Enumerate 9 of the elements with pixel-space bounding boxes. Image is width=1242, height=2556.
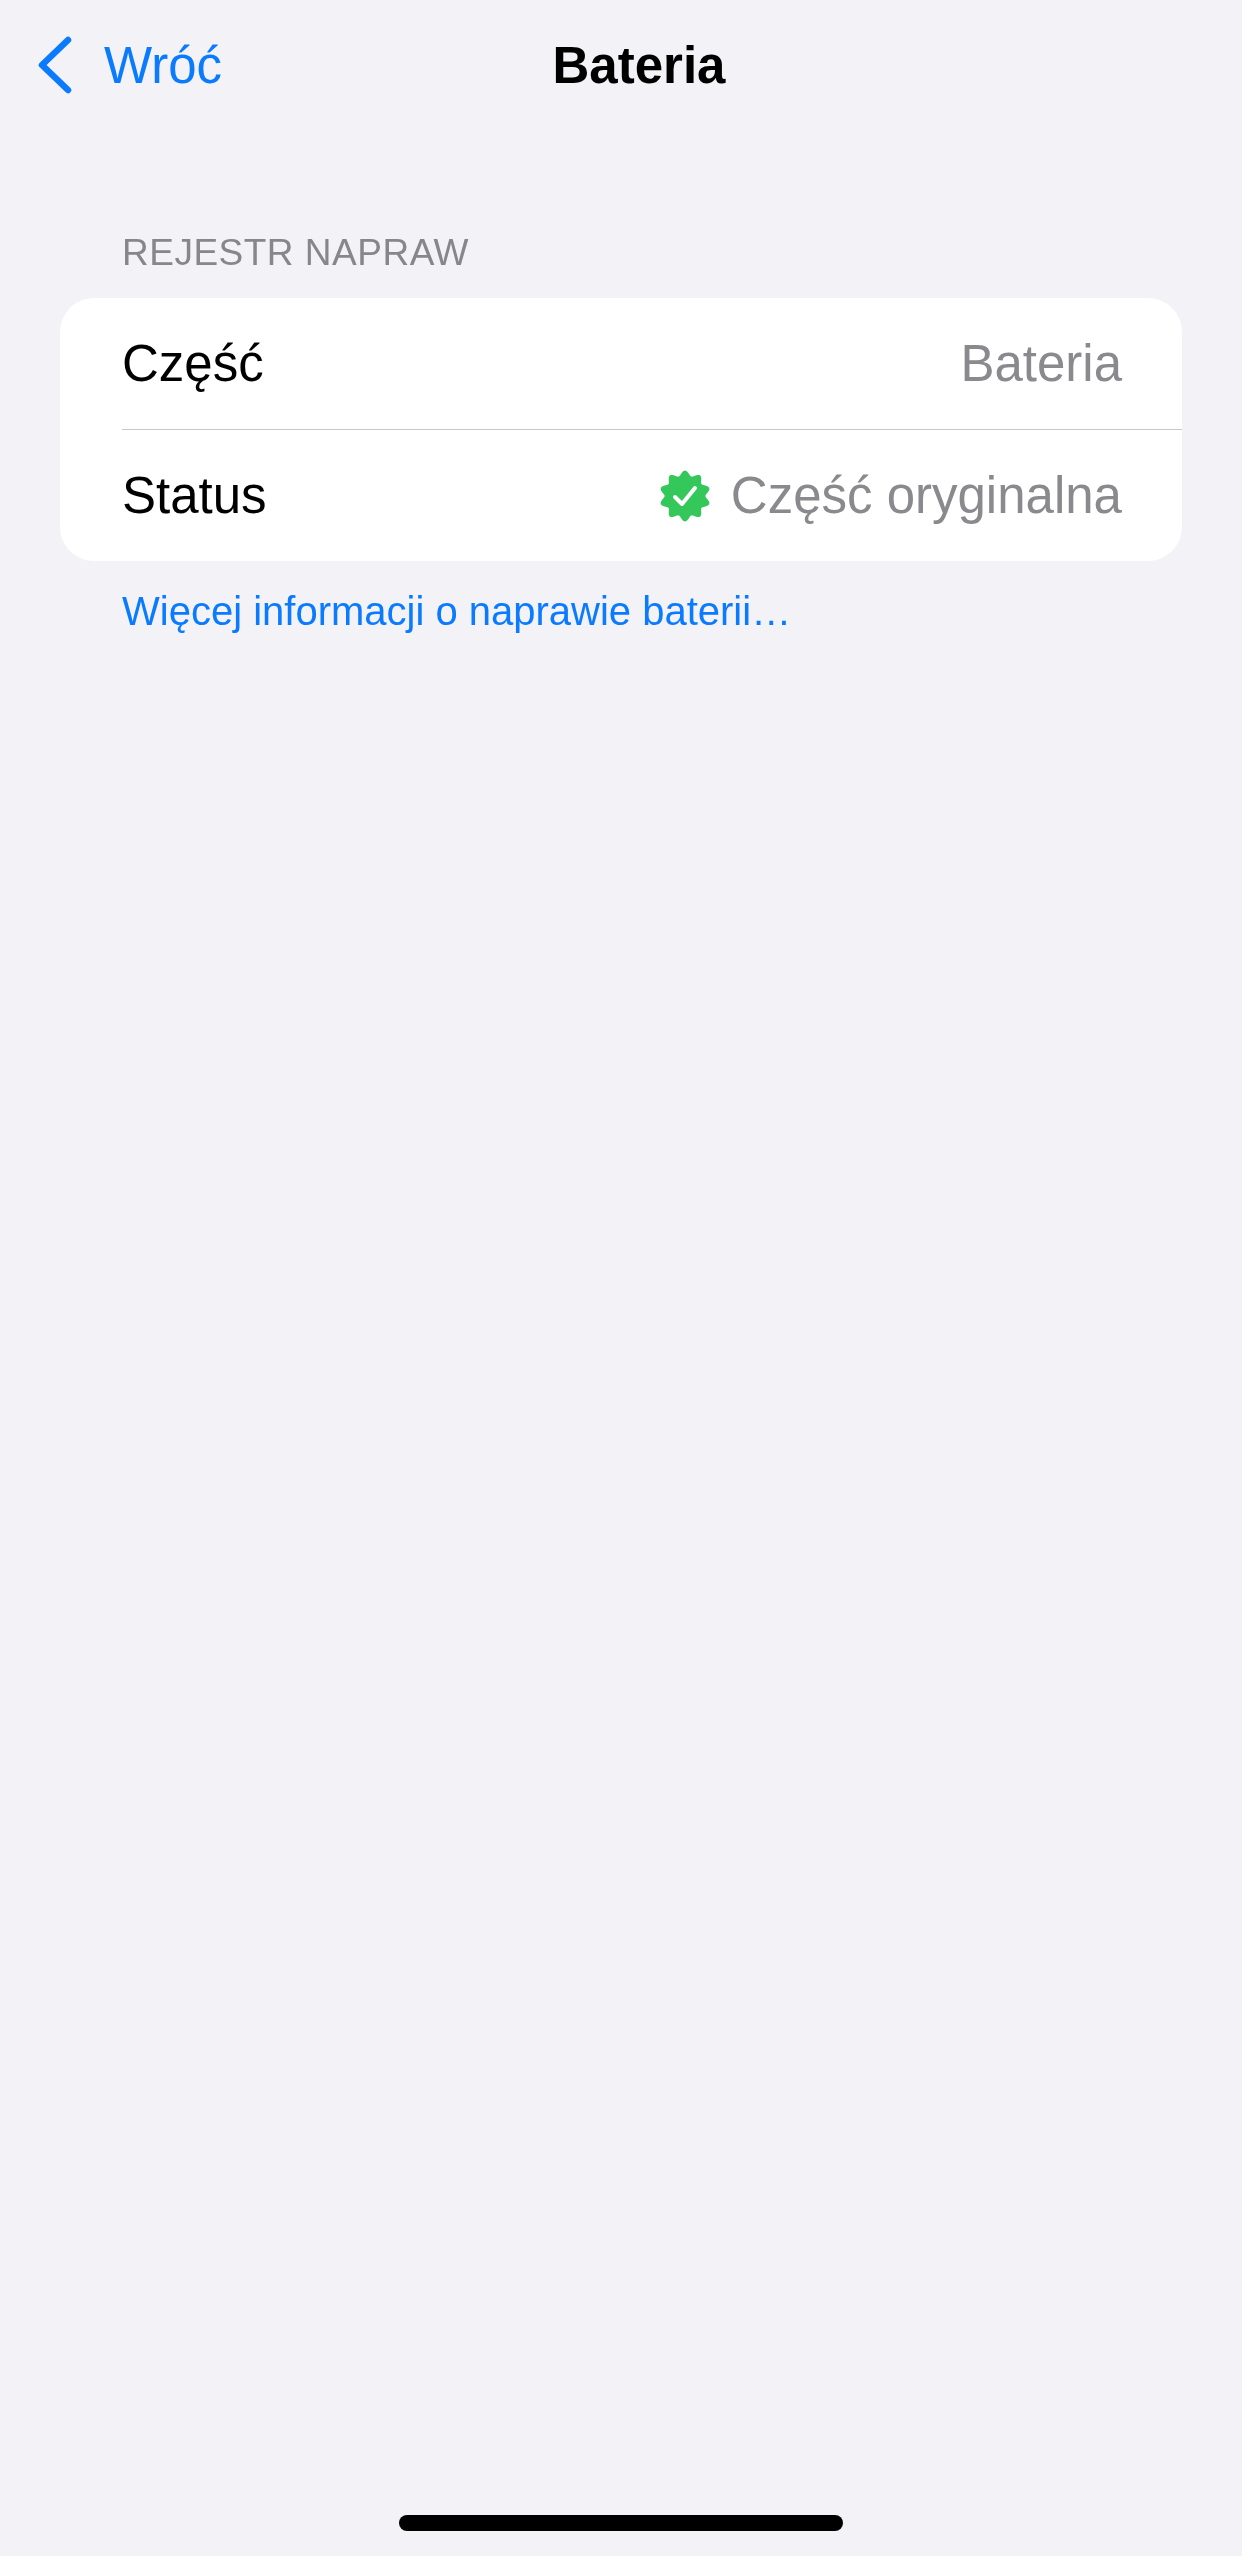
section-header: REJESTR NAPRAW — [122, 231, 470, 275]
more-info-link[interactable]: Więcej informacji o naprawie baterii… — [122, 587, 792, 635]
row-label: Część — [122, 334, 264, 393]
row-label: Status — [122, 466, 267, 525]
screen-title: Bateria — [552, 35, 726, 95]
row-value: Część oryginalna — [730, 466, 1122, 525]
back-button[interactable]: Wróć — [36, 35, 223, 95]
row-value: Bateria — [960, 334, 1122, 393]
chevron-left-icon — [36, 36, 74, 94]
